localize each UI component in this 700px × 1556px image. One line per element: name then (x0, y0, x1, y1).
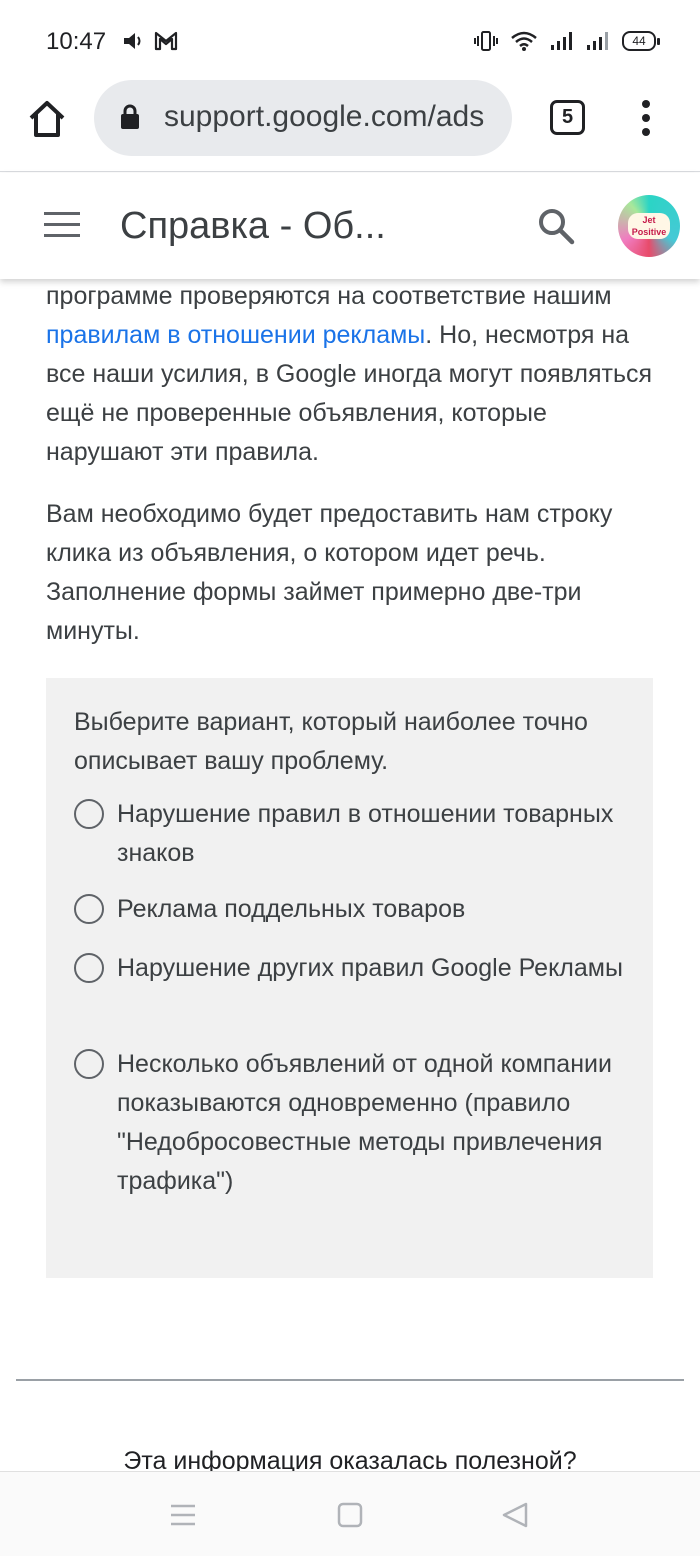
avatar-text-top: Jet (642, 215, 656, 225)
lock-icon (121, 104, 139, 129)
system-nav-bar (0, 1471, 700, 1556)
menu-icon[interactable] (44, 211, 80, 239)
option-trademark[interactable]: Нарушение правил в отношении товарных зн… (74, 795, 634, 873)
option-label: Несколько объявлений от одной компании п… (117, 1050, 612, 1195)
signal-icon (587, 32, 608, 50)
issue-selector: Выберите вариант, который наиболее точно… (46, 678, 653, 1278)
wifi-icon (511, 31, 537, 51)
radio-button[interactable] (74, 1049, 104, 1079)
article-content: программе проверяются на соответствие на… (46, 270, 654, 651)
page-title: Справка - Об... (120, 205, 386, 247)
radio-button[interactable] (74, 799, 104, 829)
back-icon[interactable] (500, 1500, 530, 1530)
option-label: Нарушение других правил Google Рекламы (117, 954, 623, 982)
url-text: support.google.com/ads (164, 100, 485, 133)
radio-button[interactable] (74, 894, 104, 924)
option-multiple-ads[interactable]: Несколько объявлений от одной компании п… (74, 1045, 634, 1201)
help-header: Справка - Об... Jet Positive (0, 173, 700, 279)
status-bar: 10:47 44 (0, 0, 700, 80)
option-label: Нарушение правил в отношении товарных зн… (117, 800, 614, 867)
sound-icon (124, 33, 141, 49)
avatar[interactable]: Jet Positive (618, 195, 680, 257)
option-other-policies[interactable]: Нарушение других правил Google Рекламы (74, 949, 634, 988)
option-counterfeit[interactable]: Реклама поддельных товаров (74, 890, 634, 929)
tab-switcher-button[interactable]: 5 (550, 100, 585, 135)
search-icon[interactable] (537, 207, 575, 245)
option-label: Реклама поддельных товаров (117, 895, 466, 923)
signal-icon (551, 32, 572, 50)
gmail-icon (154, 31, 178, 51)
status-time: 10:47 (46, 28, 107, 55)
vibrate-icon (474, 31, 498, 51)
battery-indicator: 44 (622, 31, 660, 51)
home-icon[interactable] (26, 98, 68, 140)
question-text: Выберите вариант, который наиболее точно… (74, 708, 588, 775)
section-divider (16, 1379, 684, 1381)
browser-toolbar: support.google.com/ads 5 (0, 80, 700, 172)
more-vert-icon[interactable] (636, 98, 656, 138)
ads-policy-link[interactable]: правилам в отношении рекламы (46, 321, 425, 349)
avatar-text-bottom: Positive (631, 227, 667, 237)
recent-apps-icon[interactable] (168, 1500, 198, 1530)
home-square-icon[interactable] (335, 1500, 365, 1530)
paragraph-instructions: Вам необходимо будет предоставить нам ст… (46, 500, 613, 645)
paragraph-intro: программе проверяются на соответствие на… (46, 282, 653, 466)
radio-button[interactable] (74, 953, 104, 983)
address-bar[interactable]: support.google.com/ads (94, 80, 512, 156)
